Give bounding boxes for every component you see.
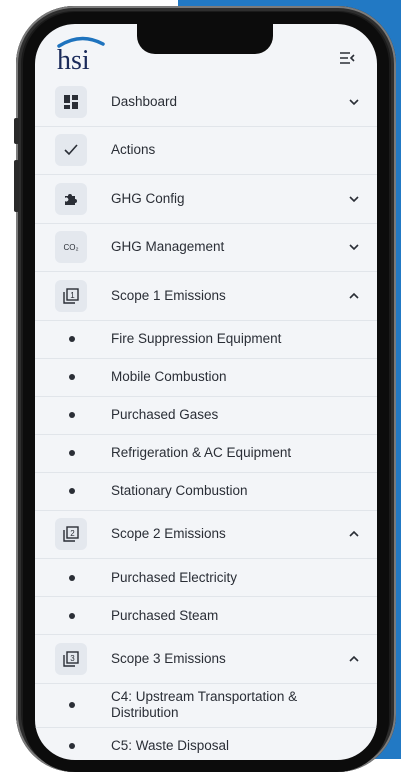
menu-item-label: Actions <box>111 142 156 158</box>
submenu-item-label: C4: Upstream Transportation & Distributi… <box>111 689 298 720</box>
puzzle-icon <box>55 182 87 215</box>
menu-item-label: Scope 3 Emissions <box>111 650 226 666</box>
bullet-icon <box>69 743 75 749</box>
menu-item-label: GHG Config <box>111 190 185 206</box>
menu-item-ghg-config[interactable]: GHG Config <box>35 175 377 224</box>
phone-notch <box>137 24 273 54</box>
bullet-icon <box>69 574 75 581</box>
menu-item-label: Scope 2 Emissions <box>111 526 226 542</box>
dashboard-grid-icon <box>55 85 87 118</box>
chevron-up-icon[interactable] <box>349 654 359 664</box>
svg-text:1: 1 <box>70 291 75 300</box>
phone-mute-switch <box>14 118 19 144</box>
chevron-up-icon[interactable] <box>349 291 359 301</box>
bullet-icon <box>69 374 75 380</box>
submenu-item-label: Purchased Electricity <box>111 569 238 585</box>
scope-1-icon: 1 <box>55 279 87 312</box>
bullet-icon <box>69 336 75 342</box>
menu-item-actions[interactable]: Actions <box>35 127 377 175</box>
scope-3-icon: 3 <box>55 642 87 675</box>
submenu-item-purchased-steam[interactable]: Purchased Steam <box>35 597 377 635</box>
svg-text:2: 2 <box>70 529 75 538</box>
chevron-up-icon[interactable] <box>349 529 359 539</box>
chevron-down-icon[interactable] <box>349 242 359 252</box>
svg-text:3: 3 <box>70 654 75 663</box>
scope-2-icon: 2 <box>55 518 87 551</box>
menu-collapse-icon[interactable] <box>339 51 355 65</box>
menu-item-scope-3[interactable]: 3 Scope 3 Emissions <box>35 635 377 684</box>
submenu-item-label: Refrigeration & AC Equipment <box>111 445 292 460</box>
bullet-icon <box>69 612 75 619</box>
checkmark-icon <box>55 134 87 167</box>
menu-item-label: GHG Management <box>111 239 225 255</box>
submenu-item-purchased-gases[interactable]: Purchased Gases <box>35 397 377 435</box>
menu-item-label: Scope 1 Emissions <box>111 287 226 303</box>
submenu-item-purchased-electricity[interactable]: Purchased Electricity <box>35 559 377 597</box>
sidebar-menu: Dashboard Actions GHG Config CO₂ GHG Man… <box>35 78 377 760</box>
submenu-item-label: Purchased Steam <box>111 607 219 623</box>
menu-item-ghg-management[interactable]: CO₂ GHG Management <box>35 224 377 272</box>
bullet-icon <box>69 702 75 708</box>
submenu-item-label: Stationary Combustion <box>111 483 248 498</box>
phone-volume-button <box>14 160 19 212</box>
submenu-item-fire-suppression[interactable]: Fire Suppression Equipment <box>35 321 377 359</box>
submenu-item-label: Fire Suppression Equipment <box>111 331 282 346</box>
chevron-down-icon[interactable] <box>349 97 359 107</box>
hsi-logo: hsi <box>57 36 105 74</box>
submenu-item-c4-upstream[interactable]: C4: Upstream Transportation & Distributi… <box>35 684 377 728</box>
submenu-item-mobile-combustion[interactable]: Mobile Combustion <box>35 359 377 397</box>
bullet-icon <box>69 488 75 494</box>
submenu-item-refrigeration[interactable]: Refrigeration & AC Equipment <box>35 435 377 473</box>
submenu-item-c5-waste[interactable]: C5: Waste Disposal <box>35 728 377 761</box>
submenu-item-label: Purchased Gases <box>111 407 219 422</box>
bullet-icon <box>69 450 75 456</box>
phone-screen: hsi Dashboard Actions GHG Config CO₂ GHG… <box>35 24 377 760</box>
submenu-item-label: Mobile Combustion <box>111 369 227 384</box>
menu-item-scope-1[interactable]: 1 Scope 1 Emissions <box>35 272 377 321</box>
bullet-icon <box>69 412 75 418</box>
menu-item-dashboard[interactable]: Dashboard <box>35 78 377 127</box>
svg-text:hsi: hsi <box>57 45 90 74</box>
submenu-item-label: C5: Waste Disposal <box>111 738 230 753</box>
menu-item-scope-2[interactable]: 2 Scope 2 Emissions <box>35 511 377 559</box>
submenu-item-stationary-combustion[interactable]: Stationary Combustion <box>35 473 377 511</box>
co2-icon: CO₂ <box>55 231 87 264</box>
menu-item-label: Dashboard <box>111 93 178 109</box>
chevron-down-icon[interactable] <box>349 194 359 204</box>
